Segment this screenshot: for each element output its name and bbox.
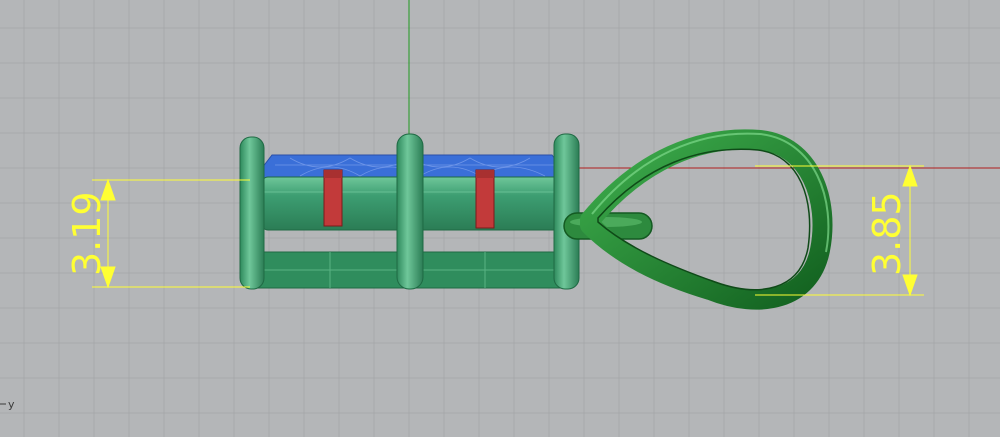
marker-left (323, 169, 343, 227)
3d-viewport[interactable]: 3.19 3.85 y (0, 0, 1000, 437)
y-axis-label: y (8, 398, 15, 411)
marker-right (475, 169, 495, 229)
dimension-left-label: 3.19 (65, 191, 109, 276)
dimension-left[interactable]: 3.19 (65, 178, 250, 289)
left-post (239, 136, 265, 290)
dimension-right-label: 3.85 (865, 191, 909, 276)
pendant-body[interactable] (239, 133, 580, 290)
center-post (396, 133, 424, 290)
right-post (553, 133, 580, 290)
bail-ring[interactable] (563, 129, 833, 310)
